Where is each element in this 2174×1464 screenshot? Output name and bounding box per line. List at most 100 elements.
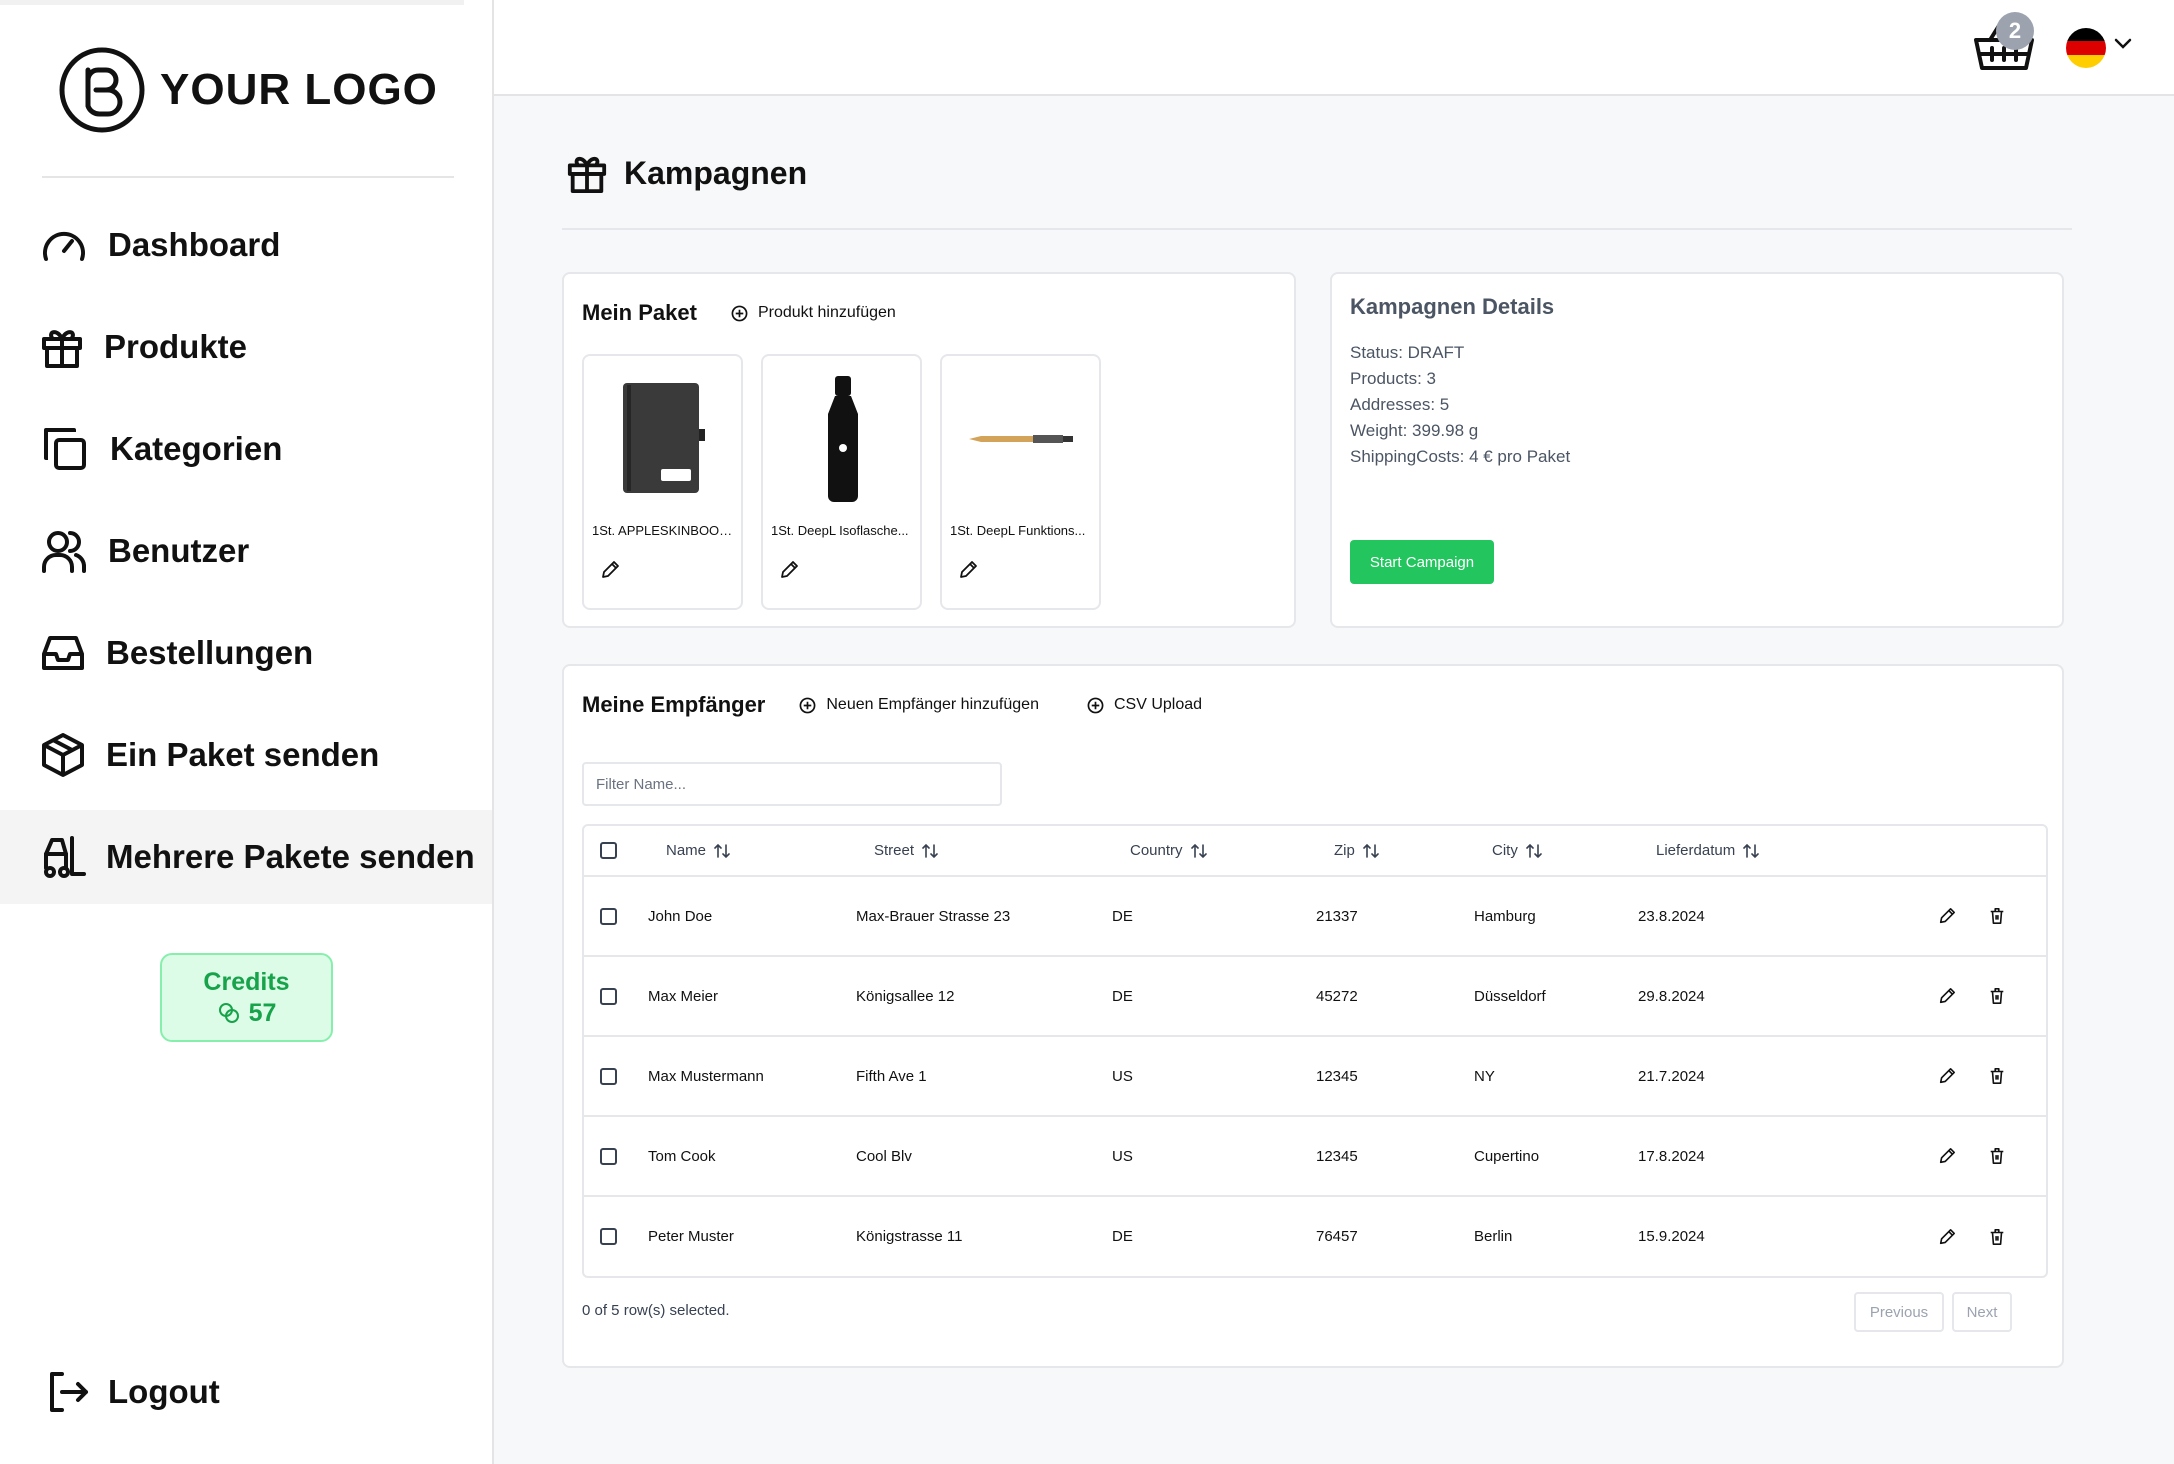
trash-icon[interactable] [1988,1067,2006,1085]
logout-button[interactable]: Logout [46,1370,220,1414]
sort-date-button[interactable]: Lieferdatum [1656,842,1760,859]
sidebar-item-dashboard[interactable]: Dashboard [0,198,492,292]
sort-arrows-icon [922,843,938,858]
recipients-card: Meine Empfänger Neuen Empfänger hinzufüg… [562,664,2064,1368]
logo[interactable]: YOUR LOGO [58,46,438,134]
logo-text: YOUR LOGO [160,65,438,114]
cell-name: Tom Cook [648,1147,716,1165]
cell-date: 15.9.2024 [1638,1228,1705,1245]
sidebar-item-kategorien[interactable]: Kategorien [0,402,492,496]
recipients-title: Meine Empfänger [582,692,766,717]
users-icon [42,531,86,573]
pencil-icon[interactable] [600,560,620,580]
inbox-icon [42,636,84,670]
column-header-zip: Zip [1334,842,1355,859]
cell-country: DE [1112,1228,1133,1245]
trash-icon[interactable] [1988,987,2006,1005]
cell-street: Königstrasse 11 [856,1228,963,1245]
add-recipient-button[interactable]: Neuen Empfänger hinzufügen [799,696,1039,714]
start-campaign-button[interactable]: Start Campaign [1350,540,1494,584]
gauge-icon [43,231,85,261]
trash-icon[interactable] [1988,907,2006,925]
cell-city: Cupertino [1474,1147,1540,1165]
chevron-down-icon[interactable] [2114,38,2132,50]
sidebar-item-bestellungen[interactable]: Bestellungen [0,606,492,700]
cell-city: Düsseldorf [1474,987,1546,1005]
pencil-icon[interactable] [1938,1067,1956,1085]
row-actions [1886,1228,2046,1246]
pencil-icon[interactable] [779,560,799,580]
trash-icon[interactable] [1988,1147,2006,1165]
column-header-street: Street [874,842,915,859]
add-recipient-label: Neuen Empfänger hinzufügen [826,696,1039,713]
sidebar-nav: Dashboard Produkte Kategorien Benutzer B… [0,198,492,912]
sidebar-item-mehrere-pakete-senden[interactable]: Mehrere Pakete senden [0,810,492,904]
product-card[interactable]: 1St. APPLESKINBOOK... [582,354,743,610]
column-header-city: City [1492,842,1518,859]
cell-street: Fifth Ave 1 [856,1067,927,1085]
pencil-icon[interactable] [958,560,978,580]
csv-upload-button[interactable]: CSV Upload [1087,696,1202,714]
sort-country-button[interactable]: Country [1130,842,1207,859]
row-actions [1886,907,2046,925]
table-row: Peter Muster Königstrasse 11 DE 76457 Berlin… [584,1196,2046,1276]
sidebar-item-produkte[interactable]: Produkte [0,300,492,394]
row-checkbox[interactable] [600,1067,617,1085]
sort-arrows-icon [714,843,730,858]
sidebar-item-benutzer[interactable]: Benutzer [0,504,492,598]
row-checkbox[interactable] [600,907,617,925]
product-card[interactable]: 1St. DeepL Isoflasche... [761,354,922,610]
pencil-icon[interactable] [1938,907,1956,925]
product-card[interactable]: 1St. DeepL Funktions... [940,354,1101,610]
sort-zip-button[interactable]: Zip [1334,842,1379,859]
details-addresses: Addresses: 5 [1350,395,1450,414]
row-checkbox[interactable] [600,987,617,1005]
cell-country: DE [1112,987,1133,1005]
row-checkbox[interactable] [600,1147,617,1165]
table-header-row: Name Street Country Zip City Lieferdatum [584,826,2046,877]
cell-date: 17.8.2024 [1638,1147,1705,1165]
filter-name-input[interactable] [582,762,1002,806]
cell-city: Hamburg [1474,907,1536,925]
sort-city-button[interactable]: City [1492,842,1542,859]
sidebar-item-ein-paket-senden[interactable]: Ein Paket senden [0,708,492,802]
csv-upload-label: CSV Upload [1113,696,1203,713]
main-content: 2 Kampagnen Mein Paket Produkt hinzufüge… [494,0,2174,1464]
sidebar-item-label: Produkte [104,328,248,365]
next-button[interactable]: Next [1952,1292,2012,1332]
column-header-name: Name [666,842,707,859]
product-name: 1St. DeepL Isoflasche... [771,523,909,538]
column-header-country: Country [1130,842,1183,859]
sort-street-button[interactable]: Street [874,842,938,859]
cell-country: DE [1112,907,1133,925]
cell-city: NY [1474,1067,1495,1085]
pencil-icon[interactable] [1938,1228,1956,1246]
gift-icon [42,330,82,368]
product-name: 1St. DeepL Funktions... [950,523,1086,538]
german-flag-icon[interactable] [2066,28,2106,68]
pencil-icon[interactable] [1938,1147,1956,1165]
previous-button[interactable]: Previous [1854,1292,1944,1332]
sidebar-item-label: Mehrere Pakete senden [106,838,475,875]
logo-mark-icon [59,47,145,133]
cell-name: Peter Muster [648,1228,734,1245]
campaign-details-card: Kampagnen Details Status: DRAFT Products… [1330,272,2064,628]
details-list: Status: DRAFT Products: 3 Addresses: 5 W… [1350,340,1570,470]
sidebar-item-label: Kategorien [110,430,283,467]
trash-icon[interactable] [1988,1228,2006,1246]
cell-zip: 45272 [1316,987,1358,1005]
cell-date: 23.8.2024 [1638,907,1705,925]
select-all-checkbox[interactable] [600,842,617,860]
add-product-button[interactable]: Produkt hinzufügen [731,304,896,322]
credits-value: 57 [248,998,277,1027]
row-checkbox[interactable] [600,1228,617,1246]
sort-name-button[interactable]: Name [666,842,730,859]
pencil-icon[interactable] [1938,987,1956,1005]
cell-zip: 12345 [1316,1147,1358,1165]
cell-date: 29.8.2024 [1638,987,1705,1005]
cell-date: 21.7.2024 [1638,1067,1705,1085]
product-image-notebook [594,364,734,514]
page-header: Kampagnen [566,152,807,194]
pagination: Previous Next [1854,1292,2012,1332]
details-status: Status: DRAFT [1350,343,1465,362]
